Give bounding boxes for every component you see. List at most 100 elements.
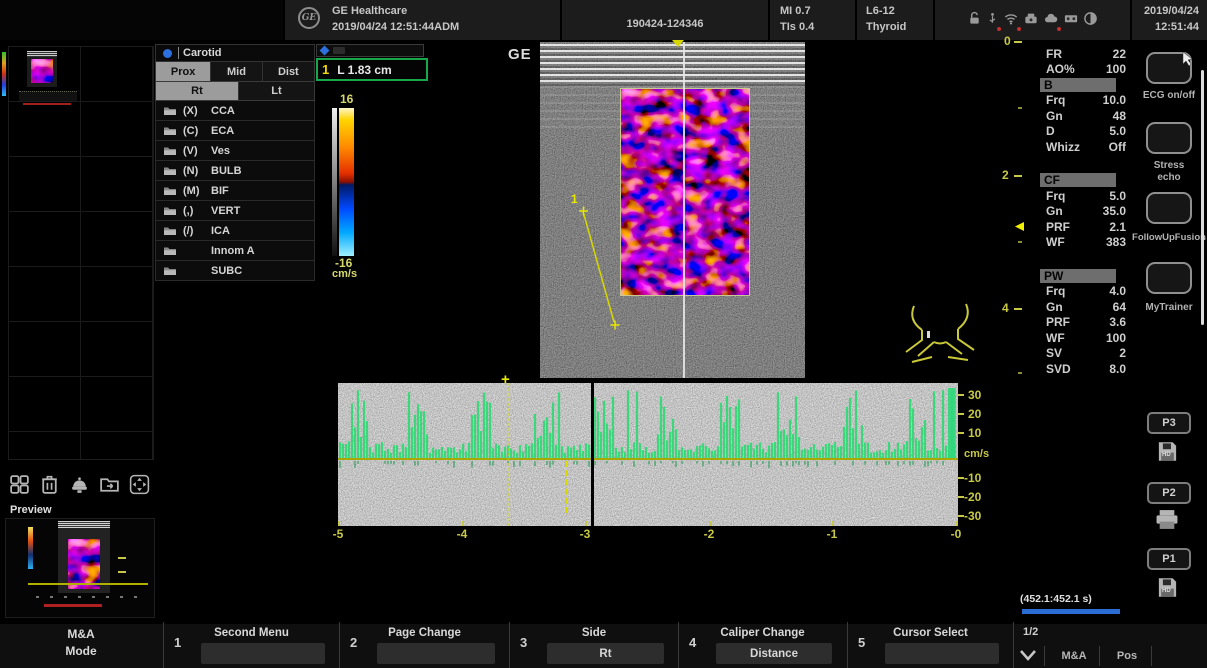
p2-button[interactable]: P2 (1147, 482, 1191, 504)
followup-fusion-button[interactable] (1146, 192, 1192, 224)
brand-name: GE Healthcare (332, 5, 407, 17)
softkey-button[interactable] (201, 643, 325, 664)
folder-icon (163, 225, 177, 236)
p1-button[interactable]: P1 (1147, 548, 1191, 570)
item-name: BULB (211, 165, 242, 177)
measure-item-vert[interactable]: (,)VERT (155, 201, 315, 221)
scrollbar[interactable] (1201, 70, 1204, 325)
softkey-page-change: 2Page Change (339, 622, 509, 668)
item-name: SUBC (211, 265, 242, 277)
chevron-down-icon[interactable] (1018, 648, 1038, 667)
item-key: (N) (183, 165, 211, 177)
camera-icon[interactable] (66, 471, 93, 498)
preset-name: Thyroid (866, 21, 906, 33)
color-bar (339, 108, 354, 256)
param-value: 10.0 (1103, 93, 1128, 107)
folder-icon (163, 265, 177, 276)
param-label: Frq (1040, 189, 1065, 203)
item-name: ECA (211, 125, 234, 137)
softkey-cursor-select: 5Cursor Select (847, 622, 1013, 668)
param-row: SVD8.0 (1040, 361, 1128, 377)
measure-item-bif[interactable]: (M)BIF (155, 181, 315, 201)
param-label: SVD (1040, 362, 1071, 376)
folder-icon (163, 205, 177, 216)
measure-item-eca[interactable]: (C)ECA (155, 121, 315, 141)
measure-header[interactable]: Carotid (155, 44, 315, 62)
exam-datetime: 2019/04/24 12:51:44ADM (332, 21, 459, 33)
tab-lt[interactable]: Lt (239, 82, 314, 100)
softkey-button[interactable]: Distance (716, 643, 832, 664)
status-icons-section (933, 0, 1130, 40)
stress-echo-button[interactable] (1146, 122, 1192, 154)
spectral-display[interactable] (338, 383, 958, 526)
param-value: 3.6 (1109, 315, 1128, 329)
mode-indicator: M&A Mode (0, 622, 162, 668)
param-row: Frq5.0 (1040, 188, 1128, 204)
clipboard-grid[interactable] (8, 46, 154, 460)
caliper-diamond-icon (320, 46, 330, 56)
param-value: 5.0 (1109, 124, 1128, 138)
param-label: PRF (1040, 315, 1070, 329)
param-value: 100 (1106, 331, 1128, 345)
measure-item-bulb[interactable]: (N)BULB (155, 161, 315, 181)
param-row: Gn64 (1040, 299, 1128, 315)
top-bar: GE GE Healthcare 2019/04/24 12:51:44ADM … (0, 0, 1207, 40)
measure-item-ves[interactable]: (V)Ves (155, 141, 315, 161)
param-row: AO%100 (1040, 62, 1128, 78)
softkey-title: Caliper Change (679, 627, 846, 639)
colorbar-max: 16 (340, 92, 353, 106)
param-value: 4.0 (1109, 284, 1128, 298)
tab-mid[interactable]: Mid (211, 62, 262, 81)
tab-dist[interactable]: Dist (263, 62, 314, 81)
layout-grid-icon[interactable] (6, 471, 33, 498)
ecg-button-label: ECG on/off (1131, 90, 1207, 101)
caliper-label: 1 (571, 192, 578, 206)
param-label: WF (1040, 331, 1065, 345)
measure-item-innom-a[interactable]: Innom A (155, 241, 315, 261)
color-doppler-box[interactable] (620, 88, 750, 296)
trash-icon[interactable] (36, 471, 63, 498)
item-name: BIF (211, 185, 229, 197)
tab-prox[interactable]: Prox (156, 62, 211, 81)
measure-item-cca[interactable]: (X)CCA (155, 101, 315, 121)
export-folder-icon[interactable] (96, 471, 123, 498)
param-value: 2.1 (1109, 220, 1128, 234)
tab-pos[interactable]: Pos (1103, 650, 1151, 662)
side-tabs: RtLt (155, 82, 315, 101)
param-row: D5.0 (1040, 124, 1128, 140)
move-icon[interactable] (126, 471, 153, 498)
spectral-cursor-mark: + (501, 371, 510, 388)
param-value: 22 (1113, 47, 1128, 61)
mi-value: MI 0.7 (780, 5, 811, 17)
measure-cursor[interactable] (565, 461, 567, 513)
softkey-value: Rt (599, 648, 611, 660)
softkey-button[interactable]: Rt (547, 643, 664, 664)
measure-item-ica[interactable]: (/)ICA (155, 221, 315, 241)
current-date: 2019/04/24 (1144, 5, 1199, 17)
p3-button[interactable]: P3 (1147, 412, 1191, 434)
item-key: (/) (183, 225, 211, 237)
mytrainer-button[interactable] (1146, 262, 1192, 294)
item-key: (C) (183, 125, 211, 137)
tab-ma[interactable]: M&A (1049, 650, 1099, 662)
bmode-image[interactable] (540, 42, 805, 378)
clip-thumbnail[interactable] (27, 51, 57, 87)
param-label: Whizz (1040, 140, 1080, 154)
param-label: SV (1040, 346, 1062, 360)
pw-cursor-line[interactable] (683, 42, 685, 378)
param-row: Gn35.0 (1040, 204, 1128, 220)
tab-rt[interactable]: Rt (156, 82, 239, 100)
colorbar-unit: cm/s (332, 268, 357, 280)
clock-section: 2019/04/24 12:51:44 (1130, 0, 1207, 40)
measure-item-subc[interactable]: SUBC (155, 261, 315, 281)
alert-dot (997, 27, 1001, 31)
softkey-button[interactable] (885, 643, 999, 664)
time-cursor[interactable] (508, 383, 509, 526)
softkey-button[interactable] (377, 643, 495, 664)
parameter-panel: FR22AO%100BFrq10.0Gn48D5.0WhizzOffCFFrq5… (1040, 46, 1128, 377)
param-value: Off (1109, 140, 1128, 154)
softkey-title: Page Change (340, 627, 509, 639)
item-name: VERT (211, 205, 240, 217)
p3-label: P3 (1162, 417, 1175, 429)
ecg-button[interactable] (1146, 52, 1192, 84)
